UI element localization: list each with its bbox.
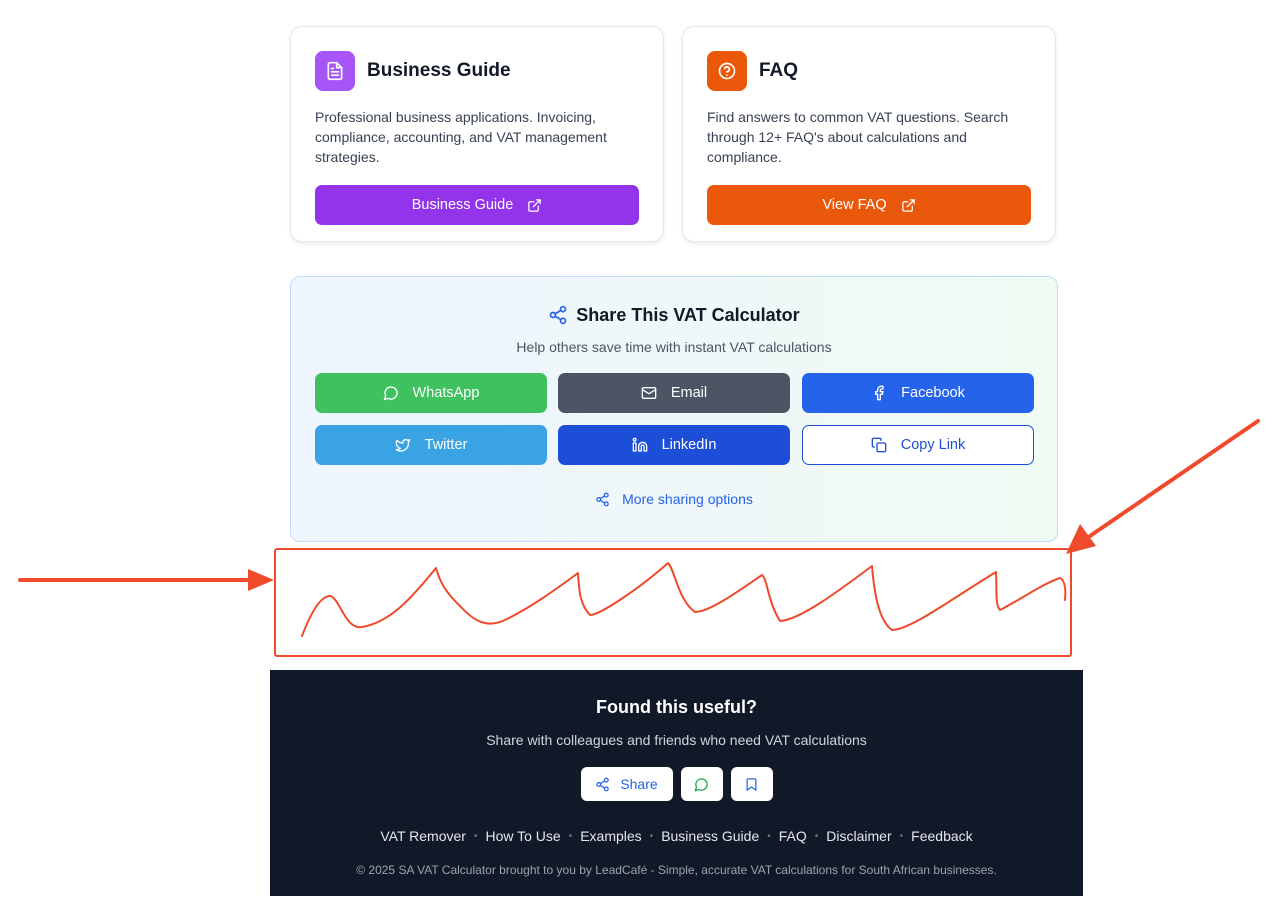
- card-header: Business Guide: [315, 51, 639, 91]
- footer-link-faq[interactable]: FAQ: [779, 828, 807, 844]
- separator-dot: •: [649, 830, 654, 842]
- message-circle-icon: [694, 777, 708, 791]
- footer-link-feedback[interactable]: Feedback: [911, 828, 972, 844]
- footer-title: Found this useful?: [596, 697, 757, 717]
- card-header: FAQ: [707, 51, 1031, 91]
- share-icon: [596, 492, 609, 506]
- separator-dot: •: [767, 830, 771, 842]
- whatsapp-share-button[interactable]: WhatsApp: [315, 373, 547, 413]
- linkedin-icon: [632, 437, 647, 452]
- button-label: Share: [620, 776, 658, 792]
- separator-dot: •: [814, 830, 819, 842]
- card-title: FAQ: [759, 60, 799, 81]
- button-label: View FAQ: [822, 197, 887, 213]
- card-description: Professional business applications. Invo…: [315, 109, 607, 165]
- business-guide-card: Business Guide Professional business app…: [290, 26, 664, 242]
- share-subtitle: Help others save time with instant VAT c…: [516, 339, 832, 355]
- mail-icon: [641, 387, 657, 399]
- view-faq-button[interactable]: View FAQ: [707, 185, 1031, 225]
- email-share-button[interactable]: Email: [558, 373, 790, 413]
- footer-share-button[interactable]: Share: [580, 767, 673, 801]
- button-label: Copy Link: [900, 437, 966, 453]
- share-panel: Share This VAT Calculator Help others sa…: [290, 276, 1058, 542]
- question-circle-icon: [707, 51, 747, 91]
- right-arrow-head: [1066, 524, 1096, 554]
- more-options-label: More sharing options: [622, 491, 753, 507]
- copy-link-button[interactable]: Copy Link: [802, 425, 1034, 465]
- card-description: Find answers to common VAT questions. Se…: [707, 109, 1009, 165]
- twitter-icon: [395, 439, 410, 452]
- footer-bookmark-button[interactable]: [730, 767, 773, 801]
- footer-whatsapp-button[interactable]: [680, 767, 723, 801]
- external-link-icon: [527, 198, 542, 213]
- button-label: Business Guide: [411, 197, 514, 213]
- copyright-text: © 2025 SA VAT Calculator brought to you …: [356, 863, 997, 877]
- button-label: Email: [670, 385, 708, 401]
- footer-link-how-to-use[interactable]: How To Use: [485, 828, 560, 844]
- footer: Found this useful? Share with colleagues…: [270, 670, 1083, 896]
- message-circle-icon: [383, 386, 398, 401]
- separator-dot: •: [568, 830, 573, 842]
- facebook-share-button[interactable]: Facebook: [802, 373, 1034, 413]
- footer-link-examples[interactable]: Examples: [580, 828, 641, 844]
- copy-icon: [871, 437, 887, 453]
- button-label: WhatsApp: [412, 385, 480, 401]
- business-guide-button[interactable]: Business Guide: [315, 185, 639, 225]
- annotation-scribble: [301, 562, 1067, 637]
- button-label: Twitter: [424, 437, 468, 453]
- left-arrow-head: [248, 569, 274, 591]
- separator-dot: •: [899, 830, 904, 842]
- share-title: Share This VAT Calculator: [291, 303, 1057, 327]
- right-arrow-shaft: [1088, 419, 1260, 538]
- more-sharing-options-link[interactable]: More sharing options: [291, 489, 1057, 509]
- external-link-icon: [901, 198, 916, 213]
- footer-subtitle: Share with colleagues and friends who ne…: [486, 732, 867, 748]
- share-title-text: Share This VAT Calculator: [576, 304, 800, 325]
- bookmark-icon: [746, 777, 757, 791]
- footer-actions: Share: [270, 767, 1083, 801]
- separator-dot: •: [473, 830, 478, 842]
- share-icon: [549, 305, 567, 325]
- document-icon: [315, 51, 355, 91]
- button-label: LinkedIn: [661, 437, 717, 453]
- faq-card: FAQ Find answers to common VAT questions…: [682, 26, 1056, 242]
- facebook-icon: [875, 385, 884, 401]
- card-title: Business Guide: [367, 60, 511, 81]
- share-icon: [596, 777, 610, 791]
- linkedin-share-button[interactable]: LinkedIn: [558, 425, 790, 465]
- footer-link-business-guide[interactable]: Business Guide: [661, 828, 759, 844]
- button-label: Facebook: [901, 385, 965, 401]
- footer-links: VAT Remover • How To Use • Examples • Bu…: [270, 828, 1083, 844]
- footer-link-vat-remover[interactable]: VAT Remover: [380, 828, 466, 844]
- twitter-share-button[interactable]: Twitter: [315, 425, 547, 465]
- annotation-box: [274, 548, 1072, 657]
- footer-link-disclaimer[interactable]: Disclaimer: [826, 828, 891, 844]
